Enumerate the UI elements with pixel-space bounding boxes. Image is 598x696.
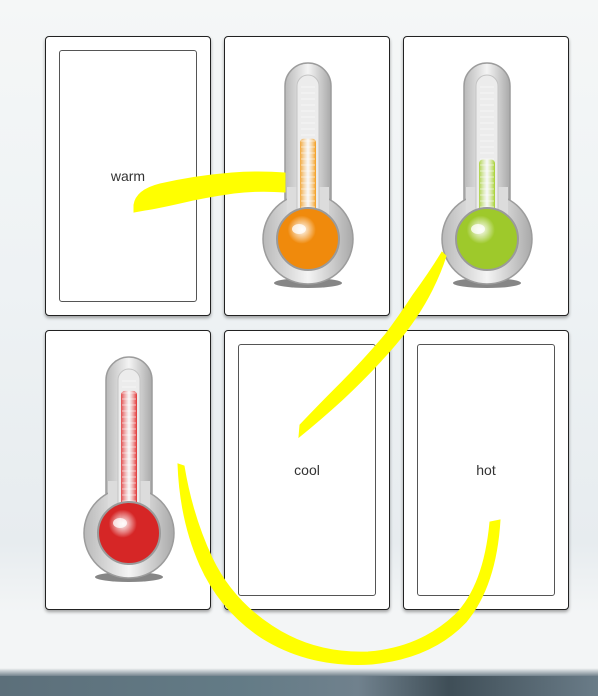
thermometer-bulb-glint — [292, 224, 306, 234]
thermometer-orange-icon — [262, 62, 354, 288]
background-landscape-strip — [0, 676, 598, 696]
thermometer-green-icon — [441, 62, 533, 288]
card-hot-label[interactable]: hot — [403, 330, 569, 610]
card-inner-frame: hot — [417, 344, 555, 596]
thermometer-bulb-glint — [113, 518, 127, 528]
card-thermometer-red[interactable] — [45, 330, 211, 610]
thermometer-bulb-glint — [471, 224, 485, 234]
thermometer-bulb — [97, 501, 161, 565]
label-hot: hot — [476, 462, 496, 478]
label-warm: warm — [110, 168, 146, 184]
card-thermometer-green[interactable] — [403, 36, 569, 316]
label-cool: cool — [294, 462, 320, 478]
card-inner-frame: warm — [59, 50, 197, 302]
thermometer-bulb — [276, 207, 340, 271]
thermometer-bulb — [455, 207, 519, 271]
card-warm-label[interactable]: warm — [45, 36, 211, 316]
card-inner-frame: cool — [238, 344, 376, 596]
card-thermometer-orange[interactable] — [224, 36, 390, 316]
card-cool-label[interactable]: cool — [224, 330, 390, 610]
thermometer-red-icon — [83, 356, 175, 582]
